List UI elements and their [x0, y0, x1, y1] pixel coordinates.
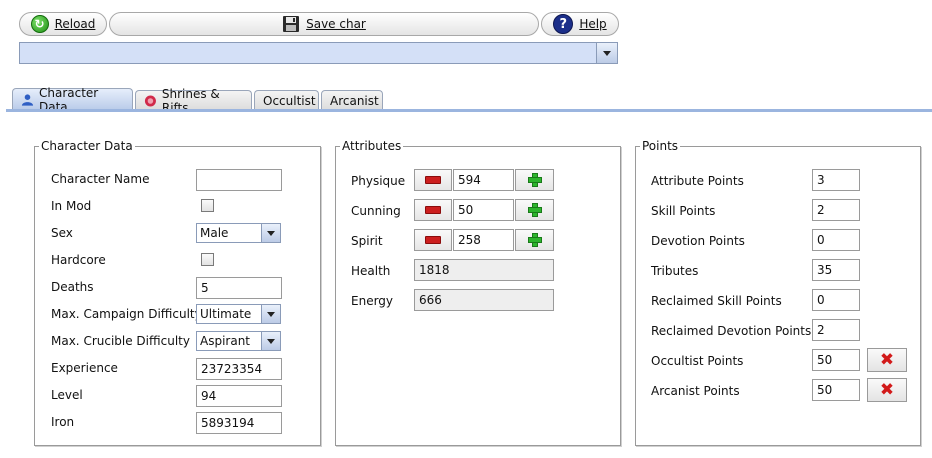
experience-input[interactable]: 23723354	[196, 358, 282, 380]
chevron-down-icon[interactable]	[596, 43, 617, 63]
devotion-points-input[interactable]: 0	[812, 229, 860, 251]
hardcore-checkbox[interactable]	[201, 253, 214, 266]
remove-occultist-button[interactable]: ✖	[867, 348, 907, 372]
hardcore-label: Hardcore	[51, 253, 106, 267]
plus-icon	[527, 203, 542, 217]
cunning-label: Cunning	[351, 204, 401, 218]
save-char-label: Save char	[306, 17, 366, 31]
help-label: Help	[579, 17, 607, 31]
plus-icon	[527, 233, 542, 247]
experience-label: Experience	[51, 361, 118, 375]
crucible-difficulty-label: Max. Crucible Difficulty	[51, 334, 190, 348]
in-mod-checkbox[interactable]	[201, 199, 214, 212]
cunning-decrease-button[interactable]	[414, 199, 452, 221]
deaths-label: Deaths	[51, 280, 94, 294]
campaign-difficulty-value: Ultimate	[200, 307, 252, 321]
attribute-points-input[interactable]: 3	[812, 169, 860, 191]
reclaimed-skill-points-label: Reclaimed Skill Points	[651, 294, 782, 308]
help-icon: ?	[553, 14, 574, 34]
spirit-decrease-button[interactable]	[414, 229, 452, 251]
iron-label: Iron	[51, 415, 75, 429]
arcanist-points-label: Arcanist Points	[651, 384, 740, 398]
plus-icon	[527, 173, 542, 187]
minus-icon	[425, 236, 441, 244]
help-button[interactable]: ? Help	[541, 12, 619, 36]
character-icon	[21, 93, 34, 106]
health-value: 1818	[414, 259, 554, 281]
reclaimed-skill-points-input[interactable]: 0	[812, 289, 860, 311]
panel-title: Attributes	[340, 139, 404, 153]
sex-select-value: Male	[200, 226, 229, 240]
tab-underline	[6, 109, 932, 112]
crucible-difficulty-select[interactable]: Aspirant	[196, 331, 281, 351]
level-input[interactable]: 94	[196, 385, 282, 407]
iron-input[interactable]: 5893194	[196, 412, 282, 434]
physique-input[interactable]: 594	[453, 169, 514, 191]
remove-arcanist-button[interactable]: ✖	[867, 378, 907, 402]
panel-title: Points	[640, 139, 681, 153]
character-name-input[interactable]	[196, 169, 282, 191]
reclaimed-devotion-points-input[interactable]: 2	[812, 319, 860, 341]
panel-title: Character Data	[39, 139, 135, 153]
attribute-points-label: Attribute Points	[651, 174, 744, 188]
crucible-difficulty-value: Aspirant	[200, 334, 251, 348]
tab-label: Occultist	[263, 93, 316, 108]
sex-select[interactable]: Male	[196, 223, 281, 243]
tributes-input[interactable]: 35	[812, 259, 860, 281]
minus-icon	[425, 206, 441, 214]
physique-increase-button[interactable]	[515, 169, 554, 191]
health-label: Health	[351, 264, 391, 278]
tab-shrines-rifts[interactable]: Shrines & Rifts	[135, 87, 252, 115]
reload-label: Reload	[54, 17, 96, 31]
save-floppy-icon	[283, 16, 300, 32]
campaign-difficulty-select[interactable]: Ultimate	[196, 304, 281, 324]
attributes-panel: Attributes Physique 594 Cunning 50 Spiri…	[335, 139, 621, 446]
energy-value: 666	[414, 289, 554, 311]
deaths-input[interactable]: 5	[196, 277, 282, 299]
level-label: Level	[51, 388, 83, 402]
chevron-down-icon[interactable]	[261, 332, 280, 350]
tributes-label: Tributes	[651, 264, 699, 278]
skill-points-label: Skill Points	[651, 204, 716, 218]
chevron-down-icon[interactable]	[261, 305, 280, 323]
close-icon: ✖	[879, 350, 895, 370]
campaign-difficulty-label: Max. Campaign Difficulty	[51, 307, 202, 321]
physique-label: Physique	[351, 174, 406, 188]
spirit-input[interactable]: 258	[453, 229, 514, 251]
spirit-label: Spirit	[351, 234, 383, 248]
arcanist-points-input[interactable]: 50	[812, 379, 860, 401]
cunning-input[interactable]: 50	[453, 199, 514, 221]
tab-arcanist[interactable]: Arcanist	[321, 90, 383, 110]
cunning-increase-button[interactable]	[515, 199, 554, 221]
devotion-points-label: Devotion Points	[651, 234, 745, 248]
spirit-increase-button[interactable]	[515, 229, 554, 251]
shrine-icon	[144, 94, 156, 107]
skill-points-input[interactable]: 2	[812, 199, 860, 221]
tab-label: Arcanist	[330, 93, 379, 108]
energy-label: Energy	[351, 294, 394, 308]
occultist-points-label: Occultist Points	[651, 354, 744, 368]
close-icon: ✖	[879, 380, 895, 400]
reload-button[interactable]: ↻ Reload	[19, 12, 107, 36]
character-select[interactable]	[19, 42, 618, 64]
tab-character-data[interactable]: Character Data	[12, 86, 133, 114]
save-char-button[interactable]: Save char	[109, 12, 539, 36]
tab-occultist[interactable]: Occultist	[254, 90, 319, 110]
physique-decrease-button[interactable]	[414, 169, 452, 191]
reclaimed-devotion-points-label: Reclaimed Devotion Points	[651, 324, 812, 338]
chevron-down-icon[interactable]	[261, 224, 280, 242]
occultist-points-input[interactable]: 50	[812, 349, 860, 371]
sex-label: Sex	[51, 226, 73, 240]
minus-icon	[425, 176, 441, 184]
reload-icon: ↻	[30, 15, 49, 33]
character-data-panel: Character Data Character Name In Mod Sex…	[34, 139, 321, 446]
character-name-label: Character Name	[51, 172, 150, 186]
in-mod-label: In Mod	[51, 199, 92, 213]
points-panel: Points Attribute Points 3 Skill Points 2…	[635, 139, 921, 446]
